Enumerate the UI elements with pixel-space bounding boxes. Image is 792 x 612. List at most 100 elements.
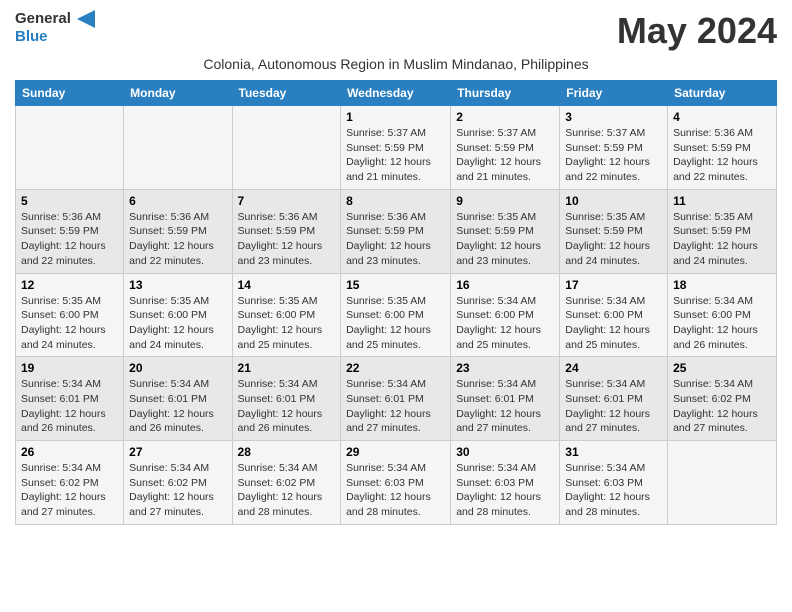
day-info: Sunrise: 5:34 AM Sunset: 6:02 PM Dayligh… bbox=[129, 461, 226, 520]
calendar-cell: 27 Sunrise: 5:34 AM Sunset: 6:02 PM Dayli… bbox=[124, 441, 232, 525]
day-number: 12 bbox=[21, 278, 118, 292]
calendar-cell: 2 Sunrise: 5:37 AM Sunset: 5:59 PM Daylig… bbox=[451, 106, 560, 190]
day-info: Sunrise: 5:35 AM Sunset: 6:00 PM Dayligh… bbox=[129, 294, 226, 353]
header-friday: Friday bbox=[560, 81, 668, 106]
header: General Blue May 2024 bbox=[15, 10, 777, 52]
day-info: Sunrise: 5:34 AM Sunset: 6:03 PM Dayligh… bbox=[346, 461, 445, 520]
header-monday: Monday bbox=[124, 81, 232, 106]
calendar-cell: 14 Sunrise: 5:35 AM Sunset: 6:00 PM Dayli… bbox=[232, 273, 341, 357]
day-number: 19 bbox=[21, 361, 118, 375]
day-info: Sunrise: 5:37 AM Sunset: 5:59 PM Dayligh… bbox=[565, 126, 662, 185]
calendar-week-1: 1 Sunrise: 5:37 AM Sunset: 5:59 PM Daylig… bbox=[16, 106, 777, 190]
calendar-cell: 30 Sunrise: 5:34 AM Sunset: 6:03 PM Dayli… bbox=[451, 441, 560, 525]
calendar-cell bbox=[668, 441, 777, 525]
day-info: Sunrise: 5:36 AM Sunset: 5:59 PM Dayligh… bbox=[346, 210, 445, 269]
calendar-cell bbox=[232, 106, 341, 190]
day-info: Sunrise: 5:34 AM Sunset: 6:01 PM Dayligh… bbox=[238, 377, 336, 436]
calendar-cell: 13 Sunrise: 5:35 AM Sunset: 6:00 PM Dayli… bbox=[124, 273, 232, 357]
calendar-cell bbox=[16, 106, 124, 190]
calendar-cell: 15Sunrise: 5:35 AM Sunset: 6:00 PM Dayli… bbox=[341, 273, 451, 357]
day-number: 3 bbox=[565, 110, 662, 124]
calendar-cell: 28 Sunrise: 5:34 AM Sunset: 6:02 PM Dayli… bbox=[232, 441, 341, 525]
day-info: Sunrise: 5:35 AM Sunset: 5:59 PM Dayligh… bbox=[673, 210, 771, 269]
day-info: Sunrise: 5:34 AM Sunset: 6:01 PM Dayligh… bbox=[456, 377, 554, 436]
day-number: 4 bbox=[673, 110, 771, 124]
calendar-cell: 16 Sunrise: 5:34 AM Sunset: 6:00 PM Dayli… bbox=[451, 273, 560, 357]
day-number: 16 bbox=[456, 278, 554, 292]
month-title: May 2024 bbox=[617, 10, 777, 52]
header-wednesday: Wednesday bbox=[341, 81, 451, 106]
day-number: 26 bbox=[21, 445, 118, 459]
calendar-cell: 22Sunrise: 5:34 AM Sunset: 6:01 PM Dayli… bbox=[341, 357, 451, 441]
day-info: Sunrise: 5:35 AM Sunset: 5:59 PM Dayligh… bbox=[456, 210, 554, 269]
calendar-subtitle: Colonia, Autonomous Region in Muslim Min… bbox=[15, 56, 777, 72]
header-tuesday: Tuesday bbox=[232, 81, 341, 106]
calendar-cell: 31Sunrise: 5:34 AM Sunset: 6:03 PM Dayli… bbox=[560, 441, 668, 525]
day-info: Sunrise: 5:35 AM Sunset: 6:00 PM Dayligh… bbox=[21, 294, 118, 353]
day-info: Sunrise: 5:34 AM Sunset: 6:02 PM Dayligh… bbox=[238, 461, 336, 520]
day-info: Sunrise: 5:34 AM Sunset: 6:03 PM Dayligh… bbox=[456, 461, 554, 520]
calendar-cell: 17Sunrise: 5:34 AM Sunset: 6:00 PM Dayli… bbox=[560, 273, 668, 357]
day-number: 22 bbox=[346, 361, 445, 375]
day-info: Sunrise: 5:36 AM Sunset: 5:59 PM Dayligh… bbox=[238, 210, 336, 269]
calendar-cell: 9 Sunrise: 5:35 AM Sunset: 5:59 PM Daylig… bbox=[451, 189, 560, 273]
day-number: 27 bbox=[129, 445, 226, 459]
day-number: 9 bbox=[456, 194, 554, 208]
day-number: 13 bbox=[129, 278, 226, 292]
calendar-cell: 7 Sunrise: 5:36 AM Sunset: 5:59 PM Daylig… bbox=[232, 189, 341, 273]
calendar-cell: 24 Sunrise: 5:34 AM Sunset: 6:01 PM Dayli… bbox=[560, 357, 668, 441]
day-info: Sunrise: 5:36 AM Sunset: 5:59 PM Dayligh… bbox=[673, 126, 771, 185]
day-number: 30 bbox=[456, 445, 554, 459]
day-info: Sunrise: 5:34 AM Sunset: 6:01 PM Dayligh… bbox=[565, 377, 662, 436]
day-number: 10 bbox=[565, 194, 662, 208]
calendar-cell: 11 Sunrise: 5:35 AM Sunset: 5:59 PM Dayli… bbox=[668, 189, 777, 273]
calendar-table: SundayMondayTuesdayWednesdayThursdayFrid… bbox=[15, 80, 777, 525]
logo-blue: Blue bbox=[15, 28, 95, 46]
logo-general: General bbox=[15, 10, 95, 28]
day-info: Sunrise: 5:35 AM Sunset: 5:59 PM Dayligh… bbox=[565, 210, 662, 269]
day-info: Sunrise: 5:34 AM Sunset: 6:03 PM Dayligh… bbox=[565, 461, 662, 520]
day-number: 2 bbox=[456, 110, 554, 124]
day-info: Sunrise: 5:34 AM Sunset: 6:01 PM Dayligh… bbox=[21, 377, 118, 436]
calendar-cell: 10 Sunrise: 5:35 AM Sunset: 5:59 PM Dayli… bbox=[560, 189, 668, 273]
day-info: Sunrise: 5:37 AM Sunset: 5:59 PM Dayligh… bbox=[346, 126, 445, 185]
calendar-cell: 21Sunrise: 5:34 AM Sunset: 6:01 PM Dayli… bbox=[232, 357, 341, 441]
calendar-week-5: 26 Sunrise: 5:34 AM Sunset: 6:02 PM Dayli… bbox=[16, 441, 777, 525]
calendar-header-row: SundayMondayTuesdayWednesdayThursdayFrid… bbox=[16, 81, 777, 106]
calendar-cell: 6Sunrise: 5:36 AM Sunset: 5:59 PM Daylig… bbox=[124, 189, 232, 273]
day-info: Sunrise: 5:34 AM Sunset: 6:01 PM Dayligh… bbox=[129, 377, 226, 436]
calendar-cell bbox=[124, 106, 232, 190]
day-number: 8 bbox=[346, 194, 445, 208]
day-number: 6 bbox=[129, 194, 226, 208]
day-info: Sunrise: 5:34 AM Sunset: 6:02 PM Dayligh… bbox=[673, 377, 771, 436]
day-number: 18 bbox=[673, 278, 771, 292]
day-info: Sunrise: 5:36 AM Sunset: 5:59 PM Dayligh… bbox=[21, 210, 118, 269]
calendar-week-3: 12 Sunrise: 5:35 AM Sunset: 6:00 PM Dayli… bbox=[16, 273, 777, 357]
day-info: Sunrise: 5:34 AM Sunset: 6:02 PM Dayligh… bbox=[21, 461, 118, 520]
day-info: Sunrise: 5:37 AM Sunset: 5:59 PM Dayligh… bbox=[456, 126, 554, 185]
day-number: 11 bbox=[673, 194, 771, 208]
day-info: Sunrise: 5:34 AM Sunset: 6:00 PM Dayligh… bbox=[456, 294, 554, 353]
logo: General Blue bbox=[15, 10, 95, 46]
header-saturday: Saturday bbox=[668, 81, 777, 106]
calendar-cell: 1 Sunrise: 5:37 AM Sunset: 5:59 PM Daylig… bbox=[341, 106, 451, 190]
calendar-cell: 3 Sunrise: 5:37 AM Sunset: 5:59 PM Daylig… bbox=[560, 106, 668, 190]
day-number: 5 bbox=[21, 194, 118, 208]
day-number: 14 bbox=[238, 278, 336, 292]
calendar-week-2: 5 Sunrise: 5:36 AM Sunset: 5:59 PM Daylig… bbox=[16, 189, 777, 273]
day-number: 1 bbox=[346, 110, 445, 124]
day-number: 24 bbox=[565, 361, 662, 375]
day-number: 20 bbox=[129, 361, 226, 375]
calendar-cell: 5 Sunrise: 5:36 AM Sunset: 5:59 PM Daylig… bbox=[16, 189, 124, 273]
calendar-cell: 29Sunrise: 5:34 AM Sunset: 6:03 PM Dayli… bbox=[341, 441, 451, 525]
day-number: 28 bbox=[238, 445, 336, 459]
day-info: Sunrise: 5:35 AM Sunset: 6:00 PM Dayligh… bbox=[238, 294, 336, 353]
day-number: 23 bbox=[456, 361, 554, 375]
day-number: 7 bbox=[238, 194, 336, 208]
calendar-cell: 12 Sunrise: 5:35 AM Sunset: 6:00 PM Dayli… bbox=[16, 273, 124, 357]
calendar-cell: 26 Sunrise: 5:34 AM Sunset: 6:02 PM Dayli… bbox=[16, 441, 124, 525]
logo-triangle-icon bbox=[77, 10, 95, 28]
calendar-cell: 20 Sunrise: 5:34 AM Sunset: 6:01 PM Dayli… bbox=[124, 357, 232, 441]
header-thursday: Thursday bbox=[451, 81, 560, 106]
calendar-cell: 23 Sunrise: 5:34 AM Sunset: 6:01 PM Dayli… bbox=[451, 357, 560, 441]
